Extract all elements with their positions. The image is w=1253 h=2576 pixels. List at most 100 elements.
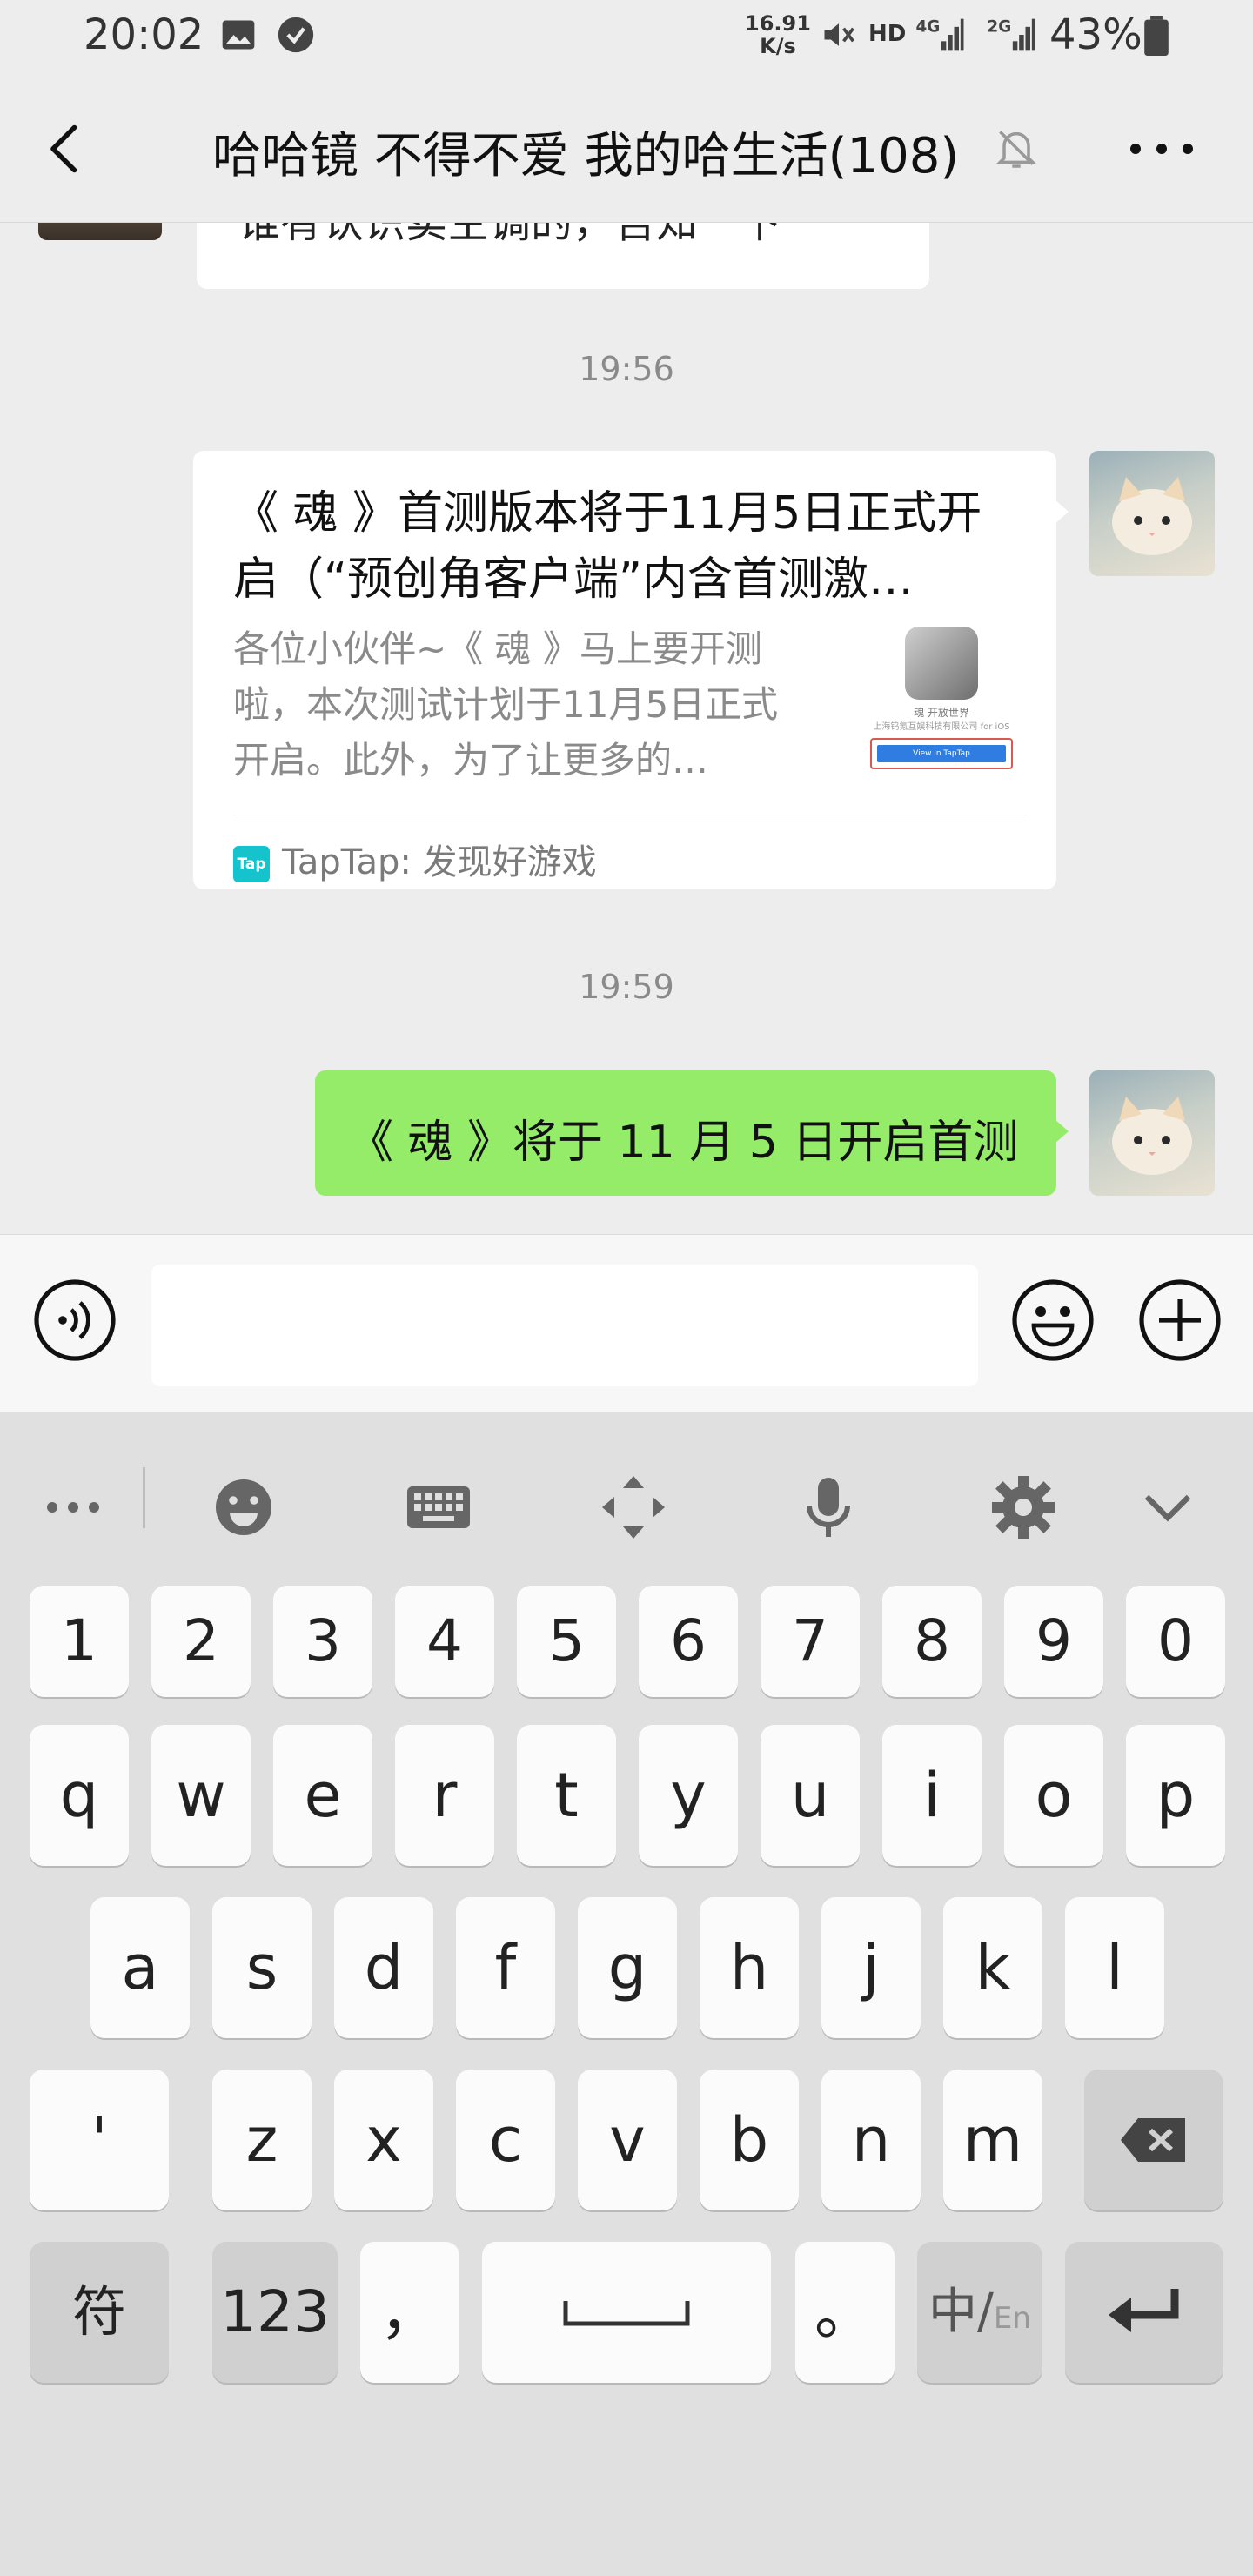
key-9[interactable]: 9 (1004, 1586, 1103, 1697)
soft-keyboard: 1 2 3 4 5 6 7 8 9 0 q w e r t y u i o p … (0, 1412, 1253, 2576)
key-q[interactable]: q (30, 1725, 129, 1866)
backspace-icon (1121, 2118, 1185, 2162)
hd-label: HD (868, 21, 907, 47)
key-s[interactable]: s (212, 1897, 312, 2038)
enter-key[interactable] (1065, 2242, 1223, 2383)
link-card-description: 各位小伙伴~《 魂 》马上要开测啦，本次测试计划于11月5日正式开启。此外，为了… (233, 627, 779, 782)
key-k[interactable]: k (943, 1897, 1042, 2038)
key-h[interactable]: h (700, 1897, 799, 2038)
link-card-thumbnail: 魂 开放世界 上海钨氪互娱科技有限公司 for iOS View in TapT… (854, 625, 1029, 773)
key-r[interactable]: r (395, 1725, 494, 1866)
cursor-move-icon[interactable] (599, 1472, 668, 1542)
mic-icon[interactable] (794, 1472, 863, 1542)
key-z[interactable]: z (212, 2070, 312, 2210)
message-text: 谁有认识卖空调的，告知一下 (238, 223, 782, 247)
key-g[interactable]: g (578, 1897, 677, 2038)
key-v[interactable]: v (578, 2070, 677, 2210)
comma-key[interactable]: ， (360, 2242, 459, 2383)
key-2[interactable]: 2 (151, 1586, 251, 1697)
key-b[interactable]: b (700, 2070, 799, 2210)
key-c[interactable]: c (456, 2070, 555, 2210)
avatar[interactable] (1089, 451, 1215, 576)
key-0[interactable]: 0 (1126, 1586, 1225, 1697)
message-text: 《 魂 》将于 11 月 5 日开启首测 (348, 1117, 1019, 1169)
key-a[interactable]: a (90, 1897, 190, 2038)
chat-title: 哈哈镜 不得不爱 我的哈生活(108) (212, 128, 960, 184)
emoji-face-icon[interactable] (209, 1472, 278, 1542)
key-w[interactable]: w (151, 1725, 251, 1866)
2g-signal-icon: 2G (988, 17, 1035, 51)
key-i[interactable]: i (882, 1725, 982, 1866)
keyboard-icon[interactable] (404, 1472, 473, 1542)
battery-percent: 43% (1049, 10, 1142, 59)
more-dots-icon[interactable] (38, 1472, 108, 1542)
link-card-message[interactable]: 《 魂 》首测版本将于11月5日正式开启（“预创角客户端”内含首测激… 各位小伙… (193, 451, 1069, 889)
key-4[interactable]: 4 (395, 1586, 494, 1697)
mute-icon (824, 23, 854, 46)
chevron-down-icon[interactable] (1133, 1472, 1203, 1542)
link-card-source: Tap TapTap: 发现好游戏 (233, 834, 597, 884)
key-p[interactable]: p (1126, 1725, 1225, 1866)
key-3[interactable]: 3 (273, 1586, 372, 1697)
key-f[interactable]: f (456, 1897, 555, 2038)
key-5[interactable]: 5 (517, 1586, 616, 1697)
key-o[interactable]: o (1004, 1725, 1103, 1866)
message-bubble-partial[interactable]: 谁有认识卖空调的，告知一下 (197, 223, 929, 289)
back-button[interactable] (35, 118, 96, 179)
plus-circle-icon[interactable] (1136, 1277, 1223, 1364)
app-badge-icon (278, 17, 314, 53)
enter-icon (1109, 2289, 1179, 2332)
battery-icon (1144, 16, 1169, 56)
symbol-key[interactable]: 符 (30, 2242, 169, 2383)
message-input[interactable] (151, 1265, 978, 1386)
svg-text:4G: 4G (916, 17, 941, 36)
status-time: 20:02 (84, 10, 204, 59)
avatar[interactable] (1089, 1070, 1215, 1196)
net-speed: 16.91 K/s (745, 11, 811, 58)
voice-icon[interactable] (31, 1277, 118, 1364)
avatar[interactable] (38, 223, 162, 240)
space-key[interactable] (482, 2242, 771, 2383)
gear-icon[interactable] (988, 1472, 1058, 1542)
key-l[interactable]: l (1065, 1897, 1164, 2038)
bell-off-icon (996, 131, 1036, 168)
key-j[interactable]: j (821, 1897, 921, 2038)
key-u[interactable]: u (761, 1725, 860, 1866)
key-6[interactable]: 6 (639, 1586, 738, 1697)
sent-message-bubble[interactable]: 《 魂 》将于 11 月 5 日开启首测 (315, 1070, 1069, 1196)
key-y[interactable]: y (639, 1725, 738, 1866)
thumb-publisher: 上海钨氪互娱科技有限公司 for iOS (873, 722, 1010, 732)
chat-header: 哈哈镜 不得不爱 我的哈生活(108) (0, 75, 1253, 223)
key-1[interactable]: 1 (30, 1586, 129, 1697)
backspace-key[interactable] (1084, 2070, 1223, 2210)
period-key[interactable]: 。 (795, 2242, 895, 2383)
more-options-button[interactable] (1122, 127, 1201, 171)
key-n[interactable]: n (821, 2070, 921, 2210)
image-icon (222, 20, 255, 50)
key-x[interactable]: x (334, 2070, 433, 2210)
link-card-title: 《 魂 》首测版本将于11月5日正式开启（“预创角客户端”内含首测激… (233, 487, 982, 606)
app-icon (905, 627, 978, 700)
key-7[interactable]: 7 (761, 1586, 860, 1697)
emoji-icon[interactable] (1009, 1277, 1096, 1364)
toolbar-divider (143, 1467, 145, 1528)
cat-avatar-image (1112, 1097, 1192, 1175)
key-apostrophe[interactable]: ' (30, 2070, 169, 2210)
key-m[interactable]: m (943, 2070, 1042, 2210)
key-t[interactable]: t (517, 1725, 616, 1866)
message-timestamp: 19:59 (579, 968, 674, 1006)
message-timestamp: 19:56 (579, 350, 674, 388)
key-e[interactable]: e (273, 1725, 372, 1866)
status-bar: 20:02 16.91 K/s HD 4G 2G 43% (0, 0, 1253, 75)
chat-message-list[interactable]: 谁有认识卖空调的，告知一下 19:56 《 魂 》首测版本将于11月5日正式开启… (0, 223, 1253, 1234)
4g-signal-icon: 4G (916, 17, 964, 51)
svg-text:2G: 2G (988, 17, 1012, 36)
key-8[interactable]: 8 (882, 1586, 982, 1697)
input-bar (0, 1234, 1253, 1412)
thumb-view-button: View in TapTap (877, 745, 1006, 762)
keyboard-toolbar (0, 1412, 1253, 1582)
key-d[interactable]: d (334, 1897, 433, 2038)
thumb-app-name: 魂 开放世界 (914, 707, 969, 719)
number-mode-key[interactable]: 123 (212, 2242, 338, 2383)
language-switch-key[interactable]: 中/En (917, 2242, 1042, 2383)
